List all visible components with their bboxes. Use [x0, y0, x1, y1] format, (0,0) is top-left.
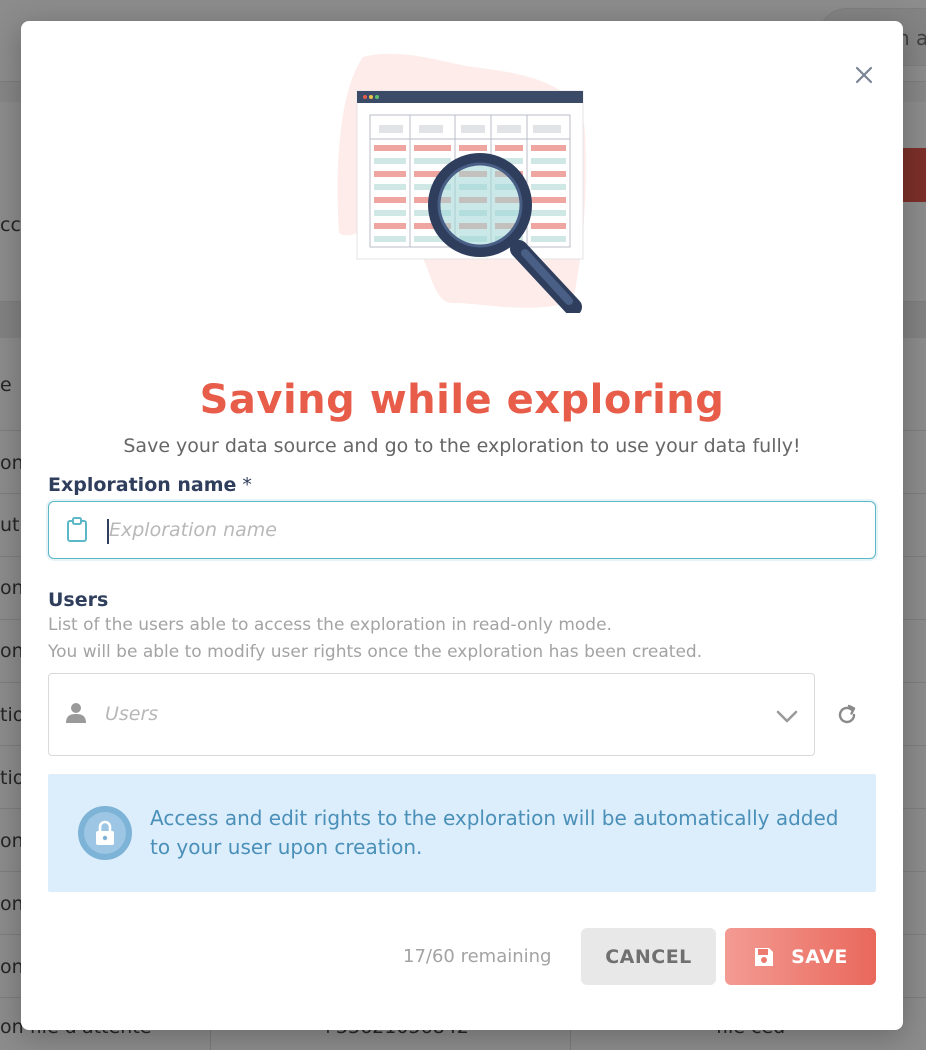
required-marker: *	[242, 474, 252, 496]
close-icon	[855, 66, 873, 84]
exploration-name-label: Exploration name *	[48, 474, 252, 496]
modal-subtitle: Save your data source and go to the expl…	[123, 435, 801, 457]
save-icon	[755, 947, 774, 966]
users-help-text: List of the users able to access the exp…	[48, 612, 702, 666]
users-help-line: You will be able to modify user rights o…	[48, 642, 703, 662]
refresh-icon[interactable]	[835, 703, 859, 727]
save-button-label: SAVE	[791, 945, 848, 968]
exploration-name-field[interactable]	[48, 501, 876, 559]
lock-icon	[96, 820, 114, 845]
lock-badge-inner	[84, 812, 126, 854]
exploration-name-label-text: Exploration name	[48, 474, 237, 496]
clipboard-icon	[67, 517, 87, 542]
users-help-line: List of the users able to access the exp…	[48, 615, 612, 635]
save-exploration-modal: Saving while exploring Save your data so…	[21, 21, 903, 1030]
lock-badge	[78, 806, 132, 860]
info-text: Access and edit rights to the exploratio…	[150, 806, 839, 859]
save-button[interactable]: SAVE	[725, 928, 876, 985]
modal-title: Saving while exploring	[199, 377, 725, 423]
users-label: Users	[48, 589, 109, 611]
data-exploration-illustration	[337, 53, 586, 313]
users-select[interactable]: Users	[48, 673, 815, 756]
chevron-down-icon[interactable]	[775, 704, 799, 728]
users-select-placeholder: Users	[105, 703, 159, 725]
remaining-counter: 17/60 remaining	[403, 946, 552, 967]
close-button[interactable]	[850, 61, 878, 89]
exploration-name-input[interactable]	[109, 502, 849, 558]
info-banner: Access and edit rights to the exploratio…	[48, 774, 876, 892]
user-icon	[66, 703, 86, 723]
cancel-button[interactable]: CANCEL	[581, 928, 716, 985]
